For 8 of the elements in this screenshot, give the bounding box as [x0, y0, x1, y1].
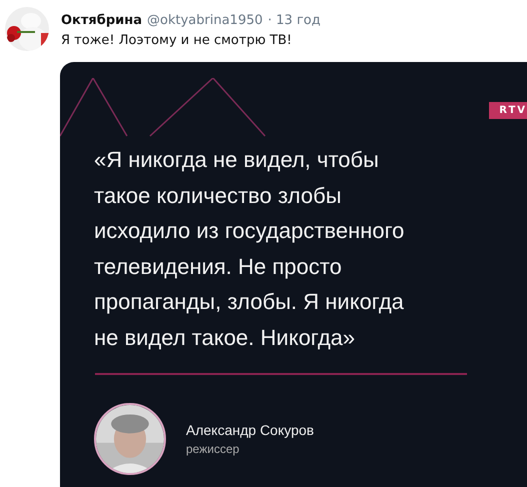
quote-text: «Я никогда не видел, чтобы такое количество злобы исходило из государственного телевидения. Не просто пропаганды, злобы. Я никогда не видел такое. Никогда» — [94, 146, 404, 352]
author-name[interactable]: Октябрина — [61, 13, 142, 28]
tweet-text: Я тоже! Лоэтому и не смотрю ТВ! — [61, 33, 293, 48]
timestamp[interactable]: · 13 год — [268, 13, 320, 28]
channel-badge: RTV — [489, 102, 527, 119]
author-handle[interactable]: @oktyabrina1950 — [147, 13, 263, 28]
person-role: режиссер — [186, 442, 240, 456]
person-name: Александр Сокуров — [186, 422, 314, 438]
